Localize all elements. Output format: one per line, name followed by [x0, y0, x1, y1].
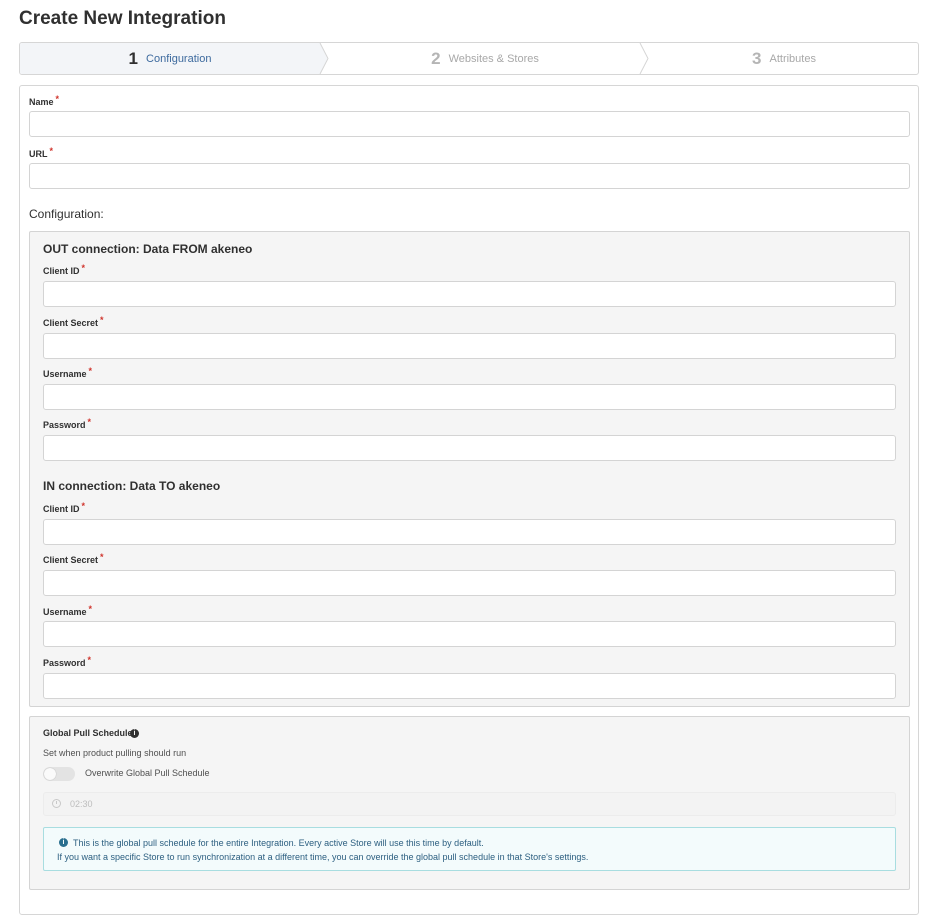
out-username-label: Username *	[43, 366, 93, 379]
chevron-right-icon	[639, 43, 649, 74]
global-pull-schedule-panel: Global Pull Schedule i Set when product …	[29, 716, 910, 890]
pull-time-field[interactable]: 02:30	[43, 792, 896, 816]
in-client-secret-label: Client Secret *	[43, 552, 104, 565]
label-text: Client Secret	[43, 318, 99, 328]
info-circle-icon: i	[59, 838, 68, 847]
toggle-knob	[44, 768, 56, 780]
schedule-title-text: Global Pull Schedule	[43, 728, 133, 738]
overwrite-schedule-label: Overwrite Global Pull Schedule	[85, 768, 210, 778]
step-configuration[interactable]: 1 Configuration	[20, 43, 320, 74]
required-mark: *	[81, 501, 86, 511]
pull-time-value: 02:30	[70, 799, 93, 809]
required-mark: *	[81, 263, 86, 273]
configuration-heading: Configuration:	[29, 207, 104, 221]
required-mark: *	[87, 417, 92, 427]
step-number: 3	[752, 48, 762, 68]
url-label: URL *	[29, 146, 54, 159]
page-title: Create New Integration	[19, 8, 226, 29]
out-connection-title: OUT connection: Data FROM akeneo	[43, 242, 253, 256]
in-client-id-label: Client ID *	[43, 501, 86, 514]
overwrite-schedule-toggle[interactable]	[43, 767, 75, 781]
required-mark: *	[100, 552, 104, 562]
in-password-label: Password *	[43, 655, 92, 668]
label-text: Client ID	[43, 266, 80, 276]
in-username-label: Username *	[43, 604, 93, 617]
step-number: 1	[128, 48, 139, 68]
step-number: 2	[431, 48, 441, 68]
in-connection-title: IN connection: Data TO akeneo	[43, 479, 221, 493]
label-text: Password	[43, 420, 86, 430]
out-client-id-input[interactable]	[43, 281, 896, 307]
label-text: Username	[43, 607, 87, 617]
label-text: Client Secret	[43, 555, 99, 565]
required-mark: *	[49, 146, 54, 156]
connections-panel: OUT connection: Data FROM akeneo Client …	[29, 231, 910, 707]
name-label-text: Name	[29, 97, 54, 107]
step-label: Configuration	[146, 52, 212, 65]
required-mark: *	[88, 604, 93, 614]
info-circle-icon[interactable]: i	[130, 729, 139, 738]
wizard-stepper: 1 Configuration 2 Websites & Stores 3 At…	[19, 42, 919, 75]
integration-form: Name * URL * Configuration: OUT connection…	[19, 85, 919, 915]
in-client-id-input[interactable]	[43, 519, 896, 545]
step-attributes[interactable]: 3 Attributes	[650, 43, 918, 74]
clock-icon	[52, 799, 61, 808]
in-client-secret-input[interactable]	[43, 570, 896, 596]
out-username-input[interactable]	[43, 384, 896, 410]
required-mark: *	[55, 94, 60, 104]
notice-line-1: This is the global pull schedule for the…	[73, 838, 484, 848]
in-username-input[interactable]	[43, 621, 896, 647]
schedule-notice: i This is the global pull schedule for t…	[43, 827, 896, 871]
url-label-text: URL	[29, 149, 48, 159]
schedule-description: Set when product pulling should run	[43, 748, 187, 758]
chevron-right-icon	[318, 43, 329, 74]
out-password-input[interactable]	[43, 435, 896, 461]
notice-line-2: If you want a specific Store to run sync…	[57, 852, 589, 862]
in-password-input[interactable]	[43, 673, 896, 699]
out-password-label: Password *	[43, 417, 92, 430]
required-mark: *	[100, 315, 104, 325]
step-label: Websites & Stores	[448, 52, 539, 65]
label-text: Password	[43, 658, 86, 668]
required-mark: *	[88, 366, 93, 376]
out-client-secret-input[interactable]	[43, 333, 896, 359]
out-client-id-label: Client ID *	[43, 263, 86, 276]
required-mark: *	[87, 655, 92, 665]
step-label: Attributes	[769, 52, 816, 65]
step-websites-stores[interactable]: 2 Websites & Stores	[330, 43, 640, 74]
out-client-secret-label: Client Secret *	[43, 315, 104, 328]
label-text: Username	[43, 369, 87, 379]
schedule-title: Global Pull Schedule	[43, 728, 133, 738]
name-input[interactable]	[29, 111, 910, 137]
name-label: Name *	[29, 94, 60, 107]
url-input[interactable]	[29, 163, 910, 189]
label-text: Client ID	[43, 504, 80, 514]
